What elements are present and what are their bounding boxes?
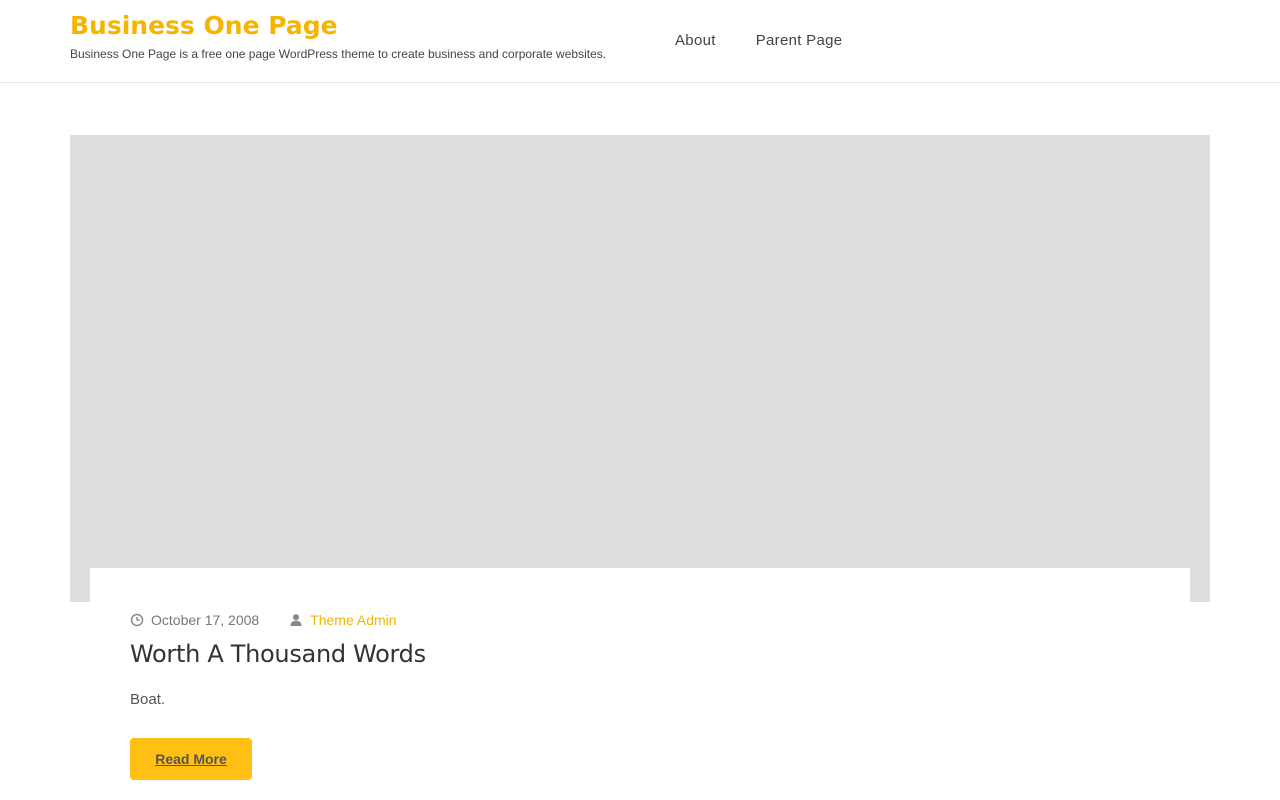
featured-image[interactable] xyxy=(70,135,1210,602)
post-date: October 17, 2008 xyxy=(151,612,260,628)
primary-nav: About Parent Page xyxy=(675,32,842,49)
nav-item-parent-page[interactable]: Parent Page xyxy=(756,32,843,49)
post-excerpt: Boat. xyxy=(130,691,166,708)
user-icon xyxy=(290,614,302,626)
post-meta: October 17, 2008 Theme Admin xyxy=(130,612,397,628)
post-author-link[interactable]: Theme Admin xyxy=(310,612,396,628)
site-title[interactable]: Business One Page xyxy=(70,11,338,40)
read-more-button[interactable]: Read More xyxy=(130,738,252,780)
site-description: Business One Page is a free one page Wor… xyxy=(70,47,607,61)
post-card: October 17, 2008 Theme Admin Worth A Tho… xyxy=(90,568,1190,800)
post-title[interactable]: Worth A Thousand Words xyxy=(130,640,426,668)
site-header: Business One Page Business One Page is a… xyxy=(0,0,1280,83)
clock-icon xyxy=(130,613,144,627)
nav-item-about[interactable]: About xyxy=(675,32,716,49)
